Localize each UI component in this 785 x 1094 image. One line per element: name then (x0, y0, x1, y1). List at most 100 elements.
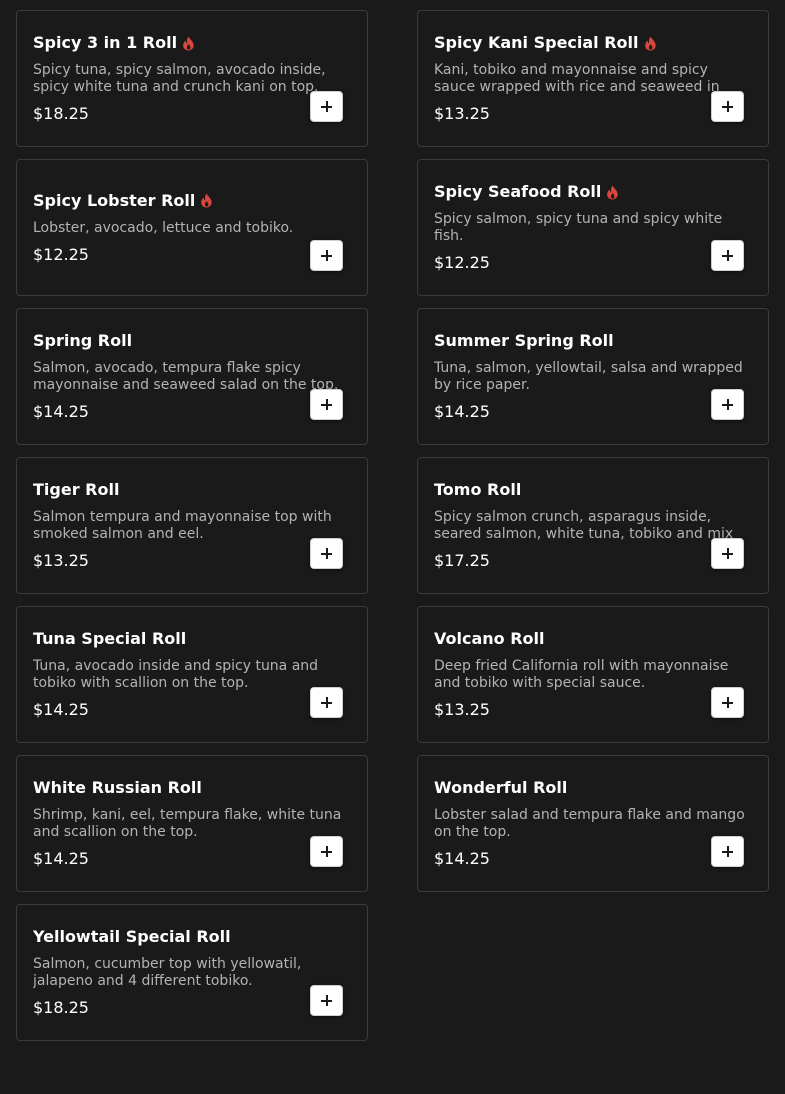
plus-icon (321, 250, 332, 261)
menu-item-title-row: White Russian Roll (33, 778, 351, 798)
menu-item-price: $14.25 (33, 402, 89, 421)
menu-item-price: $13.25 (33, 551, 89, 570)
add-to-cart-button[interactable] (310, 389, 343, 420)
menu-item-card[interactable]: Tuna Special Roll Tuna, avocado inside a… (16, 606, 368, 743)
spicy-flame-icon (607, 185, 619, 199)
menu-grid: Spicy 3 in 1 Roll Spicy tuna, spicy salm… (16, 10, 769, 1041)
menu-item-card[interactable]: Tiger Roll Salmon tempura and mayonnaise… (16, 457, 368, 594)
menu-item-name: Tiger Roll (33, 480, 120, 499)
menu-item-price: $17.25 (434, 551, 490, 570)
menu-item-card[interactable]: Spicy Kani Special Roll Kani, tobiko and… (417, 10, 769, 147)
spicy-flame-icon (644, 36, 656, 50)
add-to-cart-button[interactable] (711, 836, 744, 867)
add-to-cart-button[interactable] (711, 91, 744, 122)
menu-item-body: Tomo Roll Spicy salmon crunch, asparagus… (434, 458, 752, 593)
menu-item-description: Kani, tobiko and mayonnaise and spicy sa… (434, 62, 720, 95)
menu-item-description: Salmon, cucumber top with yellowatil, ja… (33, 956, 302, 989)
menu-item-card[interactable]: Spicy Seafood Roll Spicy salmon, spicy t… (417, 159, 769, 296)
menu-item-name: Tomo Roll (434, 480, 522, 499)
add-to-cart-button[interactable] (310, 985, 343, 1016)
plus-icon (321, 697, 332, 708)
menu-item-title-row: Summer Spring Roll (434, 331, 752, 351)
plus-icon (722, 697, 733, 708)
menu-item-price: $12.25 (434, 253, 490, 272)
menu-item-description: Salmon, avocado, tempura flake spicy may… (33, 360, 339, 393)
add-to-cart-button[interactable] (310, 538, 343, 569)
menu-item-description: Lobster, avocado, lettuce and tobiko. (33, 219, 294, 236)
add-to-cart-button[interactable] (711, 240, 744, 271)
menu-item-name: Spicy 3 in 1 Roll (33, 33, 178, 52)
menu-item-name: Tuna Special Roll (33, 629, 187, 648)
menu-item-name: Spring Roll (33, 331, 133, 350)
menu-item-price: $14.25 (33, 849, 89, 868)
menu-item-card[interactable]: Summer Spring Roll Tuna, salmon, yellowt… (417, 308, 769, 445)
menu-item-price: $13.25 (434, 700, 490, 719)
menu-item-card[interactable]: Yellowtail Special Roll Salmon, cucumber… (16, 904, 368, 1041)
menu-item-body: Spicy 3 in 1 Roll Spicy tuna, spicy salm… (33, 11, 351, 146)
menu-item-title-row: Wonderful Roll (434, 778, 752, 798)
plus-icon (321, 995, 332, 1006)
plus-icon (321, 846, 332, 857)
plus-icon (722, 846, 733, 857)
menu-item-card[interactable]: Wonderful Roll Lobster salad and tempura… (417, 755, 769, 892)
menu-item-title-row: Tomo Roll (434, 480, 752, 500)
menu-item-name: White Russian Roll (33, 778, 202, 797)
menu-item-card[interactable]: Spring Roll Salmon, avocado, tempura fla… (16, 308, 368, 445)
menu-item-name: Wonderful Roll (434, 778, 568, 797)
menu-item-description: Spicy salmon, spicy tuna and spicy white… (434, 211, 723, 244)
add-to-cart-button[interactable] (711, 389, 744, 420)
menu-item-description: Spicy tuna, spicy salmon, avocado inside… (33, 62, 326, 95)
menu-item-body: Summer Spring Roll Tuna, salmon, yellowt… (434, 309, 752, 444)
menu-item-body: Volcano Roll Deep fried California roll … (434, 607, 752, 742)
plus-icon (722, 548, 733, 559)
menu-item-body: Spicy Kani Special Roll Kani, tobiko and… (434, 11, 752, 146)
menu-item-card[interactable]: White Russian Roll Shrimp, kani, eel, te… (16, 755, 368, 892)
menu-item-body: Spicy Lobster Roll Lobster, avocado, let… (33, 160, 351, 295)
menu-item-name: Summer Spring Roll (434, 331, 614, 350)
menu-item-body: Spring Roll Salmon, avocado, tempura fla… (33, 309, 351, 444)
menu-item-body: Wonderful Roll Lobster salad and tempura… (434, 756, 752, 891)
add-to-cart-button[interactable] (711, 538, 744, 569)
menu-item-description: Spicy salmon crunch, asparagus inside, s… (434, 509, 734, 542)
menu-item-body: Spicy Seafood Roll Spicy salmon, spicy t… (434, 160, 752, 295)
add-to-cart-button[interactable] (310, 836, 343, 867)
menu-item-price: $12.25 (33, 244, 89, 264)
menu-item-body: Tiger Roll Salmon tempura and mayonnaise… (33, 458, 351, 593)
menu-item-body: Yellowtail Special Roll Salmon, cucumber… (33, 905, 351, 1040)
spicy-flame-icon (183, 36, 194, 50)
menu-item-price: $18.25 (33, 104, 89, 123)
menu-item-card[interactable]: Spicy Lobster Roll Lobster, avocado, let… (16, 159, 368, 296)
menu-item-card[interactable]: Spicy 3 in 1 Roll Spicy tuna, spicy salm… (16, 10, 368, 147)
menu-item-price: $18.25 (33, 998, 89, 1017)
menu-item-price: $13.25 (434, 104, 490, 123)
menu-item-price: $14.25 (33, 700, 89, 719)
menu-item-title-row: Spring Roll (33, 331, 351, 351)
plus-icon (321, 399, 332, 410)
menu-item-title-row: Spicy Kani Special Roll (434, 33, 752, 53)
menu-item-name: Spicy Lobster Roll (33, 190, 196, 210)
menu-item-title-row: Tiger Roll (33, 480, 351, 500)
add-to-cart-button[interactable] (310, 91, 343, 122)
menu-item-title-row: Spicy Seafood Roll (434, 182, 752, 202)
add-to-cart-button[interactable] (310, 240, 343, 271)
menu-item-description: Tuna, salmon, yellowtail, salsa and wrap… (434, 360, 743, 393)
plus-icon (722, 399, 733, 410)
menu-item-title-row: Volcano Roll (434, 629, 752, 649)
menu-item-description: Shrimp, kani, eel, tempura flake, white … (33, 807, 342, 840)
menu-item-card[interactable]: Tomo Roll Spicy salmon crunch, asparagus… (417, 457, 769, 594)
menu-item-description: Tuna, avocado inside and spicy tuna and … (33, 658, 319, 691)
menu-item-price: $14.25 (434, 849, 490, 868)
menu-item-card[interactable]: Volcano Roll Deep fried California roll … (417, 606, 769, 743)
menu-item-description: Deep fried California roll with mayonnai… (434, 658, 729, 691)
add-to-cart-button[interactable] (310, 687, 343, 718)
add-to-cart-button[interactable] (711, 687, 744, 718)
menu-item-name: Spicy Kani Special Roll (434, 33, 639, 52)
menu-item-name: Spicy Seafood Roll (434, 182, 602, 201)
plus-icon (321, 101, 332, 112)
menu-item-title-row: Yellowtail Special Roll (33, 927, 351, 947)
menu-item-description: Salmon tempura and mayonnaise top with s… (33, 509, 332, 542)
menu-item-body: Tuna Special Roll Tuna, avocado inside a… (33, 607, 351, 742)
menu-item-title-row: Spicy Lobster Roll (33, 191, 351, 211)
menu-item-name: Volcano Roll (434, 629, 545, 648)
menu-item-price: $14.25 (434, 402, 490, 421)
